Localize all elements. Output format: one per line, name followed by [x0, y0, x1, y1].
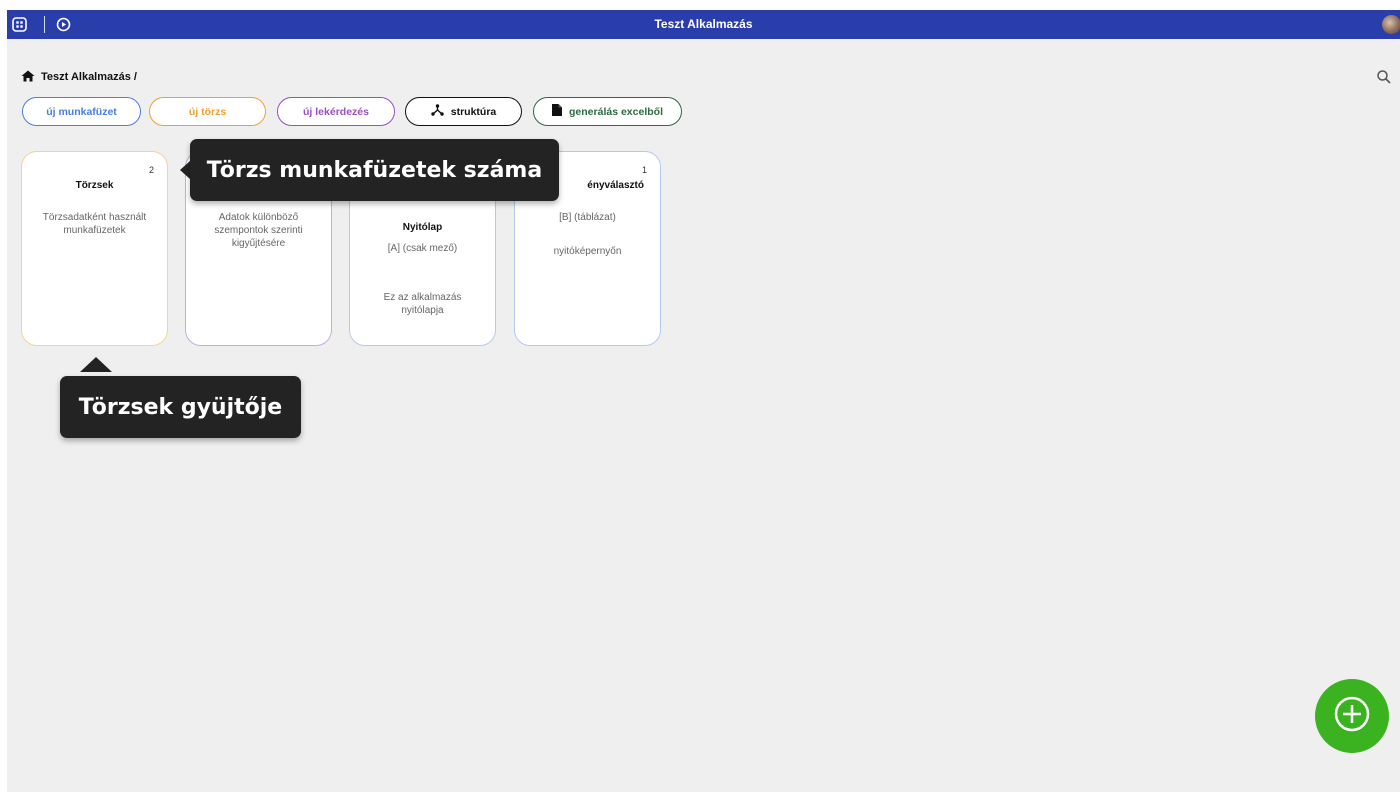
breadcrumb-text[interactable]: Teszt Alkalmazás /	[41, 71, 137, 83]
app-title: Teszt Alkalmazás	[654, 17, 753, 31]
document-icon	[552, 104, 563, 119]
card-masters[interactable]: 2 Törzsek Törzsadatként használt munkafü…	[21, 151, 168, 346]
tooltip-arrow-left	[180, 161, 190, 179]
app-frame: Teszt Alkalmazás Teszt Alkalmazás / új m…	[7, 10, 1400, 792]
structure-icon	[431, 104, 444, 119]
card-description: Törzsadatként használt munkafüzetek	[42, 212, 147, 236]
card-title: Nyitólap	[402, 222, 443, 233]
card-title: Törzsek	[75, 180, 114, 191]
new-master-button[interactable]: új törzs	[149, 97, 266, 126]
generate-from-excel-button[interactable]: generálás excelből	[533, 97, 682, 126]
collector-tooltip: Törzsek gyüjtője	[60, 376, 301, 438]
card-count: 2	[148, 165, 154, 175]
new-query-label: új lekérdezés	[303, 105, 369, 118]
card-title: ényválasztó	[587, 180, 644, 191]
card-description: Adatok különböző szempontok szerinti kig…	[214, 212, 303, 249]
home-icon[interactable]	[21, 70, 35, 85]
add-fab-button[interactable]	[1315, 679, 1389, 753]
structure-button[interactable]: struktúra	[405, 97, 522, 126]
search-icon[interactable]	[1376, 69, 1392, 85]
card-subtitle: [B] (táblázat)	[559, 212, 616, 223]
structure-label: struktúra	[450, 105, 497, 118]
tooltip-arrow-up	[80, 357, 112, 372]
card-description: Ez az alkalmazás nyitólapja	[383, 292, 462, 316]
plus-circle-icon	[1333, 695, 1371, 738]
card-description: nyitóképernyőn	[553, 246, 622, 257]
count-tooltip: Törzs munkafüzetek száma	[190, 139, 559, 201]
new-workbook-label: új munkafüzet	[46, 105, 117, 118]
card-count: 1	[641, 165, 647, 175]
user-avatar[interactable]	[1382, 15, 1400, 34]
card-subtitle: [A] (csak mező)	[387, 243, 458, 254]
generate-from-excel-label: generálás excelből	[569, 105, 663, 118]
top-bar: Teszt Alkalmazás	[7, 10, 1400, 39]
new-master-label: új törzs	[188, 105, 227, 118]
new-workbook-button[interactable]: új munkafüzet	[22, 97, 141, 126]
breadcrumb: Teszt Alkalmazás /	[21, 70, 137, 84]
new-query-button[interactable]: új lekérdezés	[277, 97, 395, 126]
